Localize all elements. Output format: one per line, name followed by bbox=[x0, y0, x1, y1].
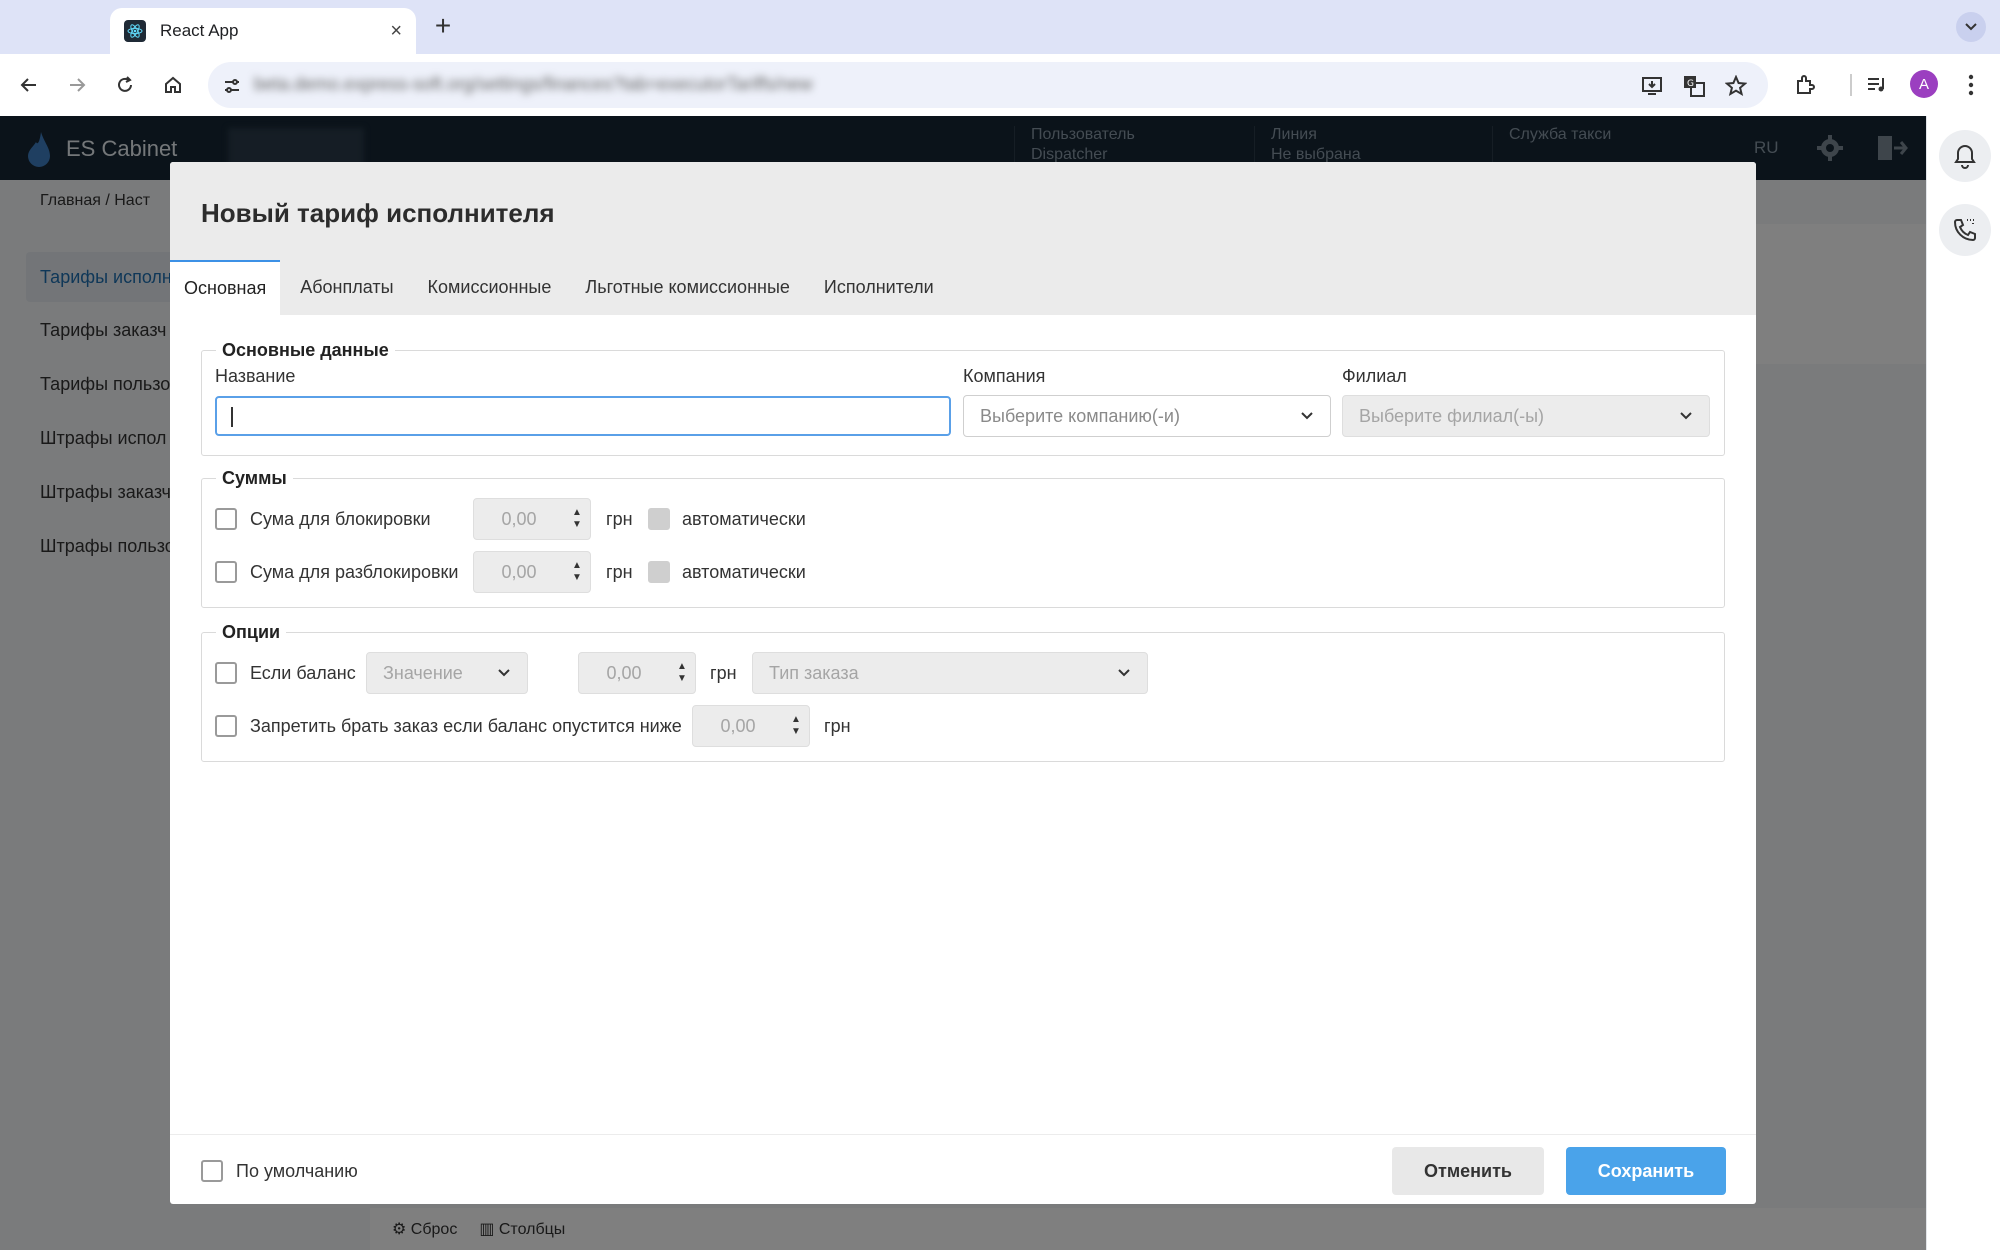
unblock-sum-auto-label: автоматически bbox=[682, 562, 806, 582]
save-button[interactable]: Сохранить bbox=[1566, 1147, 1726, 1195]
unblock-sum-spinner[interactable]: ▲ ▼ bbox=[564, 552, 590, 592]
tab-basic[interactable]: Основная bbox=[170, 260, 281, 315]
phone-icon[interactable] bbox=[1939, 204, 1991, 256]
block-sum-value: 0,00 bbox=[501, 509, 537, 529]
modal-footer: По умолчанию Отменить Сохранить bbox=[170, 1134, 1756, 1204]
branch-label: Филиал bbox=[1342, 366, 1407, 386]
bookmark-star-icon[interactable] bbox=[1724, 74, 1748, 98]
unblock-sum-auto-checkbox[interactable] bbox=[648, 561, 670, 583]
modal-header: Новый тариф исполнителя Основная Абонпла… bbox=[170, 162, 1756, 315]
chevron-down-icon bbox=[498, 669, 510, 677]
modal-tabs: Основная Абонплаты Комиссионные Льготные… bbox=[170, 260, 948, 315]
tab-search-chevron-icon[interactable] bbox=[1956, 12, 1986, 42]
address-bar[interactable]: beta.demo.express-soft.org/settings/fina… bbox=[208, 62, 1768, 108]
block-sum-input[interactable]: 0,00 ▲ ▼ bbox=[473, 498, 591, 540]
reload-icon[interactable] bbox=[110, 70, 140, 100]
chevron-down-icon bbox=[1118, 669, 1130, 677]
company-select[interactable]: Выберите компанию(-и) bbox=[963, 395, 1331, 437]
new-tab-button[interactable]: + bbox=[428, 10, 458, 42]
new-tariff-modal: Новый тариф исполнителя Основная Абонпла… bbox=[170, 162, 1756, 1204]
order-type-select[interactable]: Тип заказа bbox=[752, 652, 1148, 694]
block-sum-auto-label: автоматически bbox=[682, 509, 806, 529]
chevron-down-icon bbox=[1301, 412, 1313, 420]
balance-value-spinner[interactable]: ▲ ▼ bbox=[669, 653, 695, 693]
profile-avatar[interactable]: A bbox=[1910, 70, 1938, 98]
unblock-sum-value: 0,00 bbox=[501, 562, 537, 582]
address-url: beta.demo.express-soft.org/settings/fina… bbox=[254, 74, 813, 94]
right-rail bbox=[1926, 116, 2000, 1250]
balance-value: 0,00 bbox=[606, 663, 642, 683]
forward-arrow-icon[interactable] bbox=[62, 70, 92, 100]
sums-legend: Суммы bbox=[222, 468, 287, 488]
name-input[interactable] bbox=[215, 396, 951, 436]
block-sum-label: Сума для блокировки bbox=[250, 509, 431, 529]
block-sum-spinner[interactable]: ▲ ▼ bbox=[564, 499, 590, 539]
balance-condition-select[interactable]: Значение bbox=[366, 652, 528, 694]
balance-value-input[interactable]: 0,00 ▲ ▼ bbox=[578, 652, 696, 694]
forbid-order-checkbox[interactable] bbox=[215, 715, 237, 737]
svg-text:G: G bbox=[1687, 79, 1694, 89]
branch-select[interactable]: Выберите филиал(-ы) bbox=[1342, 395, 1710, 437]
react-icon bbox=[124, 20, 146, 42]
forbid-order-label: Запретить брать заказ если баланс опусти… bbox=[250, 716, 682, 736]
back-arrow-icon[interactable] bbox=[14, 70, 44, 100]
tab-executors[interactable]: Исполнители bbox=[810, 260, 948, 315]
forbid-order-unit: грн bbox=[824, 716, 851, 736]
tab-title: React App bbox=[160, 21, 239, 40]
branch-placeholder: Выберите филиал(-ы) bbox=[1359, 405, 1545, 426]
modal-title: Новый тариф исполнителя bbox=[201, 198, 555, 228]
forbid-order-spinner[interactable]: ▲ ▼ bbox=[783, 706, 809, 746]
sums-group: Суммы bbox=[201, 468, 1725, 608]
balance-condition-placeholder: Значение bbox=[383, 662, 463, 683]
cancel-button[interactable]: Отменить bbox=[1392, 1147, 1544, 1195]
translate-icon[interactable]: G bbox=[1682, 74, 1706, 98]
tab-close-icon[interactable]: × bbox=[390, 20, 402, 43]
home-icon[interactable] bbox=[158, 70, 188, 100]
balance-unit: грн bbox=[710, 663, 737, 683]
default-checkbox[interactable] bbox=[201, 1160, 223, 1182]
block-sum-checkbox[interactable] bbox=[215, 508, 237, 530]
browser-menu-icon[interactable] bbox=[1956, 70, 1986, 100]
extensions-icon[interactable] bbox=[1790, 70, 1820, 100]
basic-data-legend: Основные данные bbox=[222, 340, 389, 360]
notifications-bell-icon[interactable] bbox=[1939, 130, 1991, 182]
forbid-order-value: 0,00 bbox=[720, 716, 756, 736]
unblock-sum-label: Сума для разблокировки bbox=[250, 562, 459, 582]
text-caret bbox=[231, 407, 233, 427]
browser-tab[interactable]: React App × bbox=[110, 8, 416, 54]
block-sum-unit: грн bbox=[606, 509, 633, 529]
default-label: По умолчанию bbox=[236, 1161, 358, 1181]
browser-tabstrip: React App × + bbox=[0, 0, 2000, 54]
browser-toolbar: beta.demo.express-soft.org/settings/fina… bbox=[0, 54, 2000, 116]
company-label: Компания bbox=[963, 366, 1046, 386]
site-settings-icon[interactable] bbox=[220, 74, 244, 98]
unblock-sum-input[interactable]: 0,00 ▲ ▼ bbox=[473, 551, 591, 593]
if-balance-label: Если баланс bbox=[250, 663, 356, 683]
tab-preferential-commissions[interactable]: Льготные комиссионные bbox=[571, 260, 804, 315]
name-label: Название bbox=[215, 366, 296, 386]
if-balance-checkbox[interactable] bbox=[215, 662, 237, 684]
unblock-sum-checkbox[interactable] bbox=[215, 561, 237, 583]
company-placeholder: Выберите компанию(-и) bbox=[980, 405, 1180, 426]
tab-commissions[interactable]: Комиссионные bbox=[414, 260, 566, 315]
block-sum-auto-checkbox[interactable] bbox=[648, 508, 670, 530]
tab-subscriptions[interactable]: Абонплаты bbox=[286, 260, 407, 315]
forbid-order-input[interactable]: 0,00 ▲ ▼ bbox=[692, 705, 810, 747]
media-queue-icon[interactable] bbox=[1862, 70, 1892, 100]
unblock-sum-unit: грн bbox=[606, 562, 633, 582]
order-type-placeholder: Тип заказа bbox=[769, 662, 859, 683]
install-app-icon[interactable] bbox=[1640, 74, 1664, 98]
options-legend: Опции bbox=[222, 622, 281, 642]
chevron-down-icon bbox=[1680, 412, 1692, 420]
